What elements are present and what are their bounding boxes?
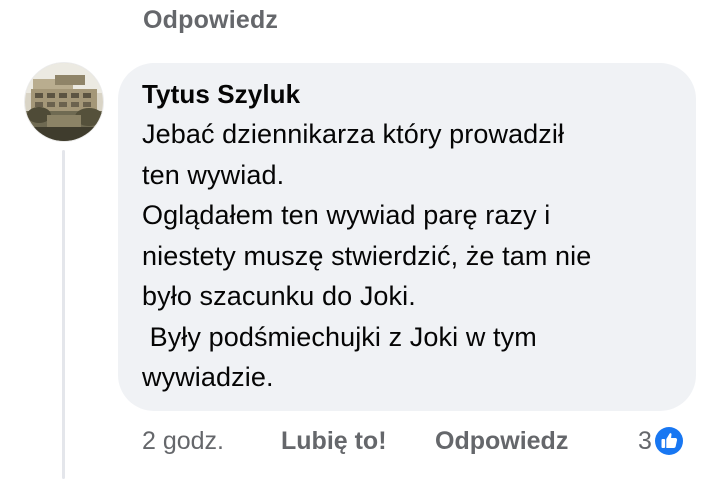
comment-author[interactable]: Tytus Szyluk [142,78,674,110]
reply-button[interactable]: Odpowiedz [435,424,568,458]
comment-line: Jebać dziennikarza który prowadził [142,119,565,149]
comment-line: niestety muszę stwierdzić, że tam nie [142,240,592,271]
comment-text: Jebać dziennikarza który prowadził ten w… [142,114,674,398]
avatar[interactable] [25,63,103,141]
comment-line: wywiadzie. [142,362,274,392]
reaction-summary[interactable]: 3 [638,424,684,458]
thread-line [62,150,65,479]
comment-line: było szacunku do Joki. [142,281,416,311]
like-button[interactable]: Lubię to! [281,424,387,458]
comment-timestamp[interactable]: 2 godz. [142,424,224,458]
avatar-photo [25,63,103,141]
previous-reply-link[interactable]: Odpowiedz [143,6,278,35]
comment-line: ten wywiad. [142,159,285,190]
reaction-count: 3 [638,427,652,455]
comment-bubble: Tytus Szyluk Jebać dziennikarza który pr… [118,63,696,411]
comment-line: Oglądałem ten wywiad parę razy i [142,200,551,230]
like-icon [654,426,684,456]
comment-line: Były podśmiechujki z Joki w tym [142,321,537,352]
